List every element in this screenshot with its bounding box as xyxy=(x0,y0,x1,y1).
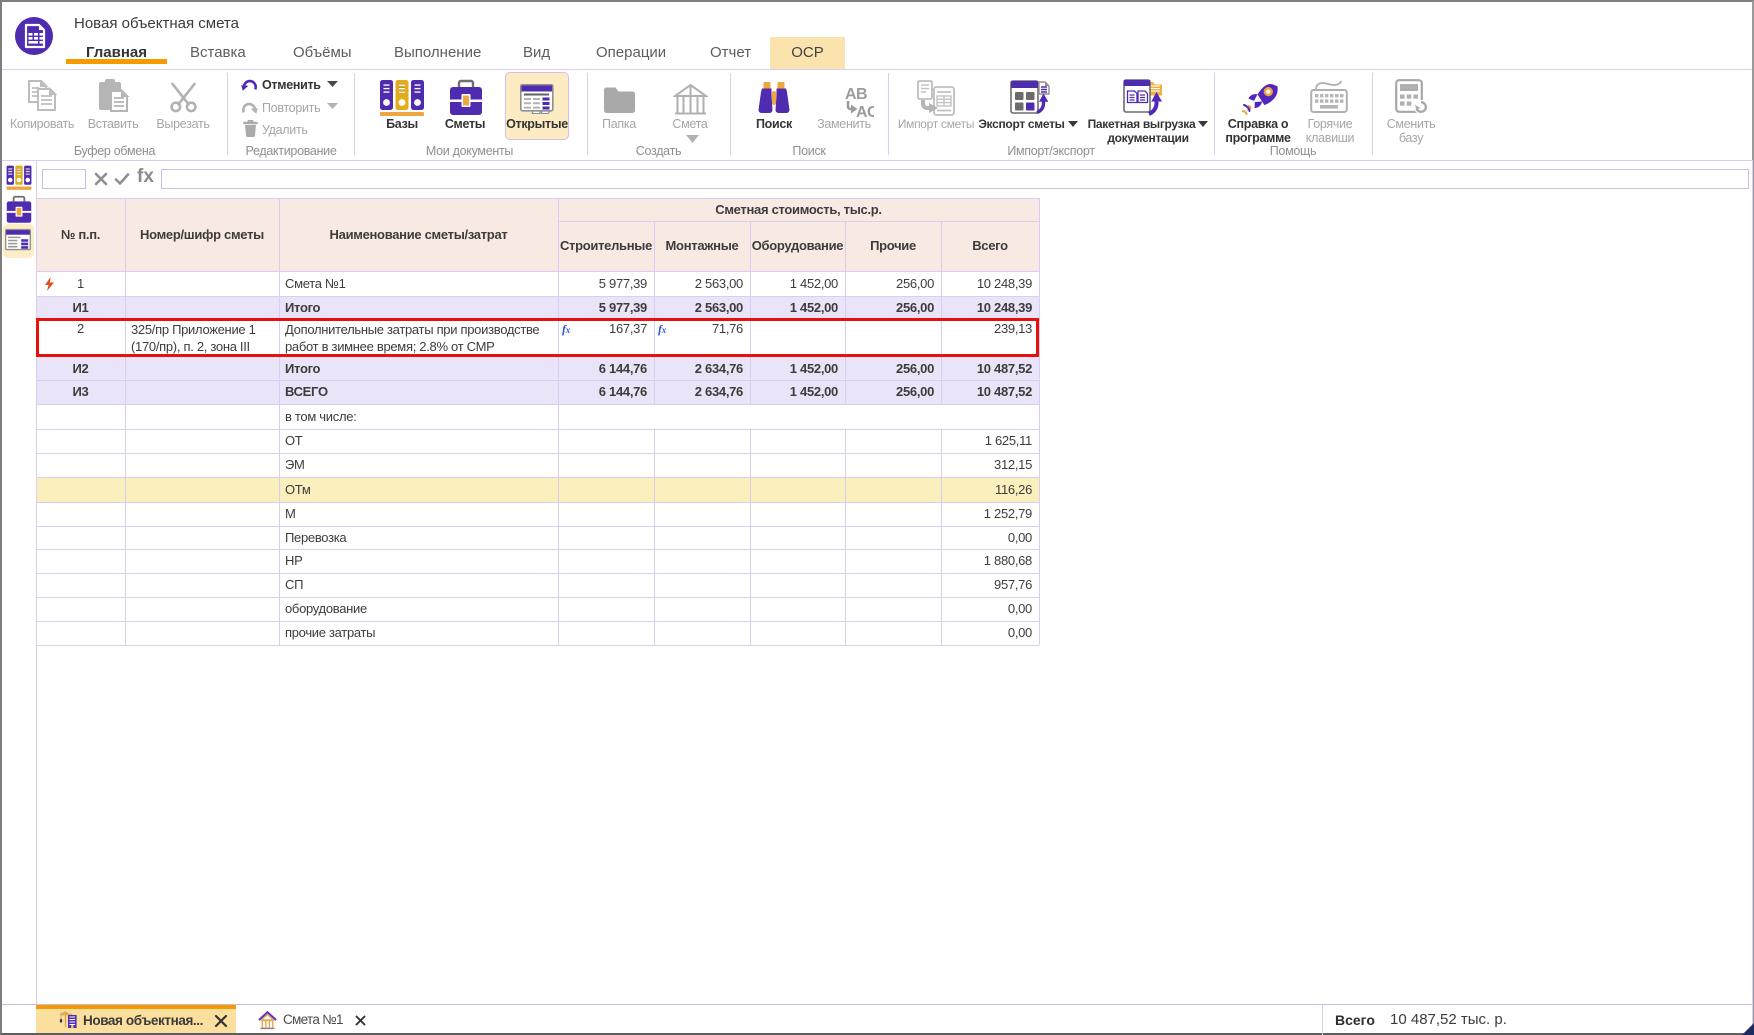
svg-text:AC: AC xyxy=(856,104,874,118)
svg-text:AB: AB xyxy=(845,86,867,103)
